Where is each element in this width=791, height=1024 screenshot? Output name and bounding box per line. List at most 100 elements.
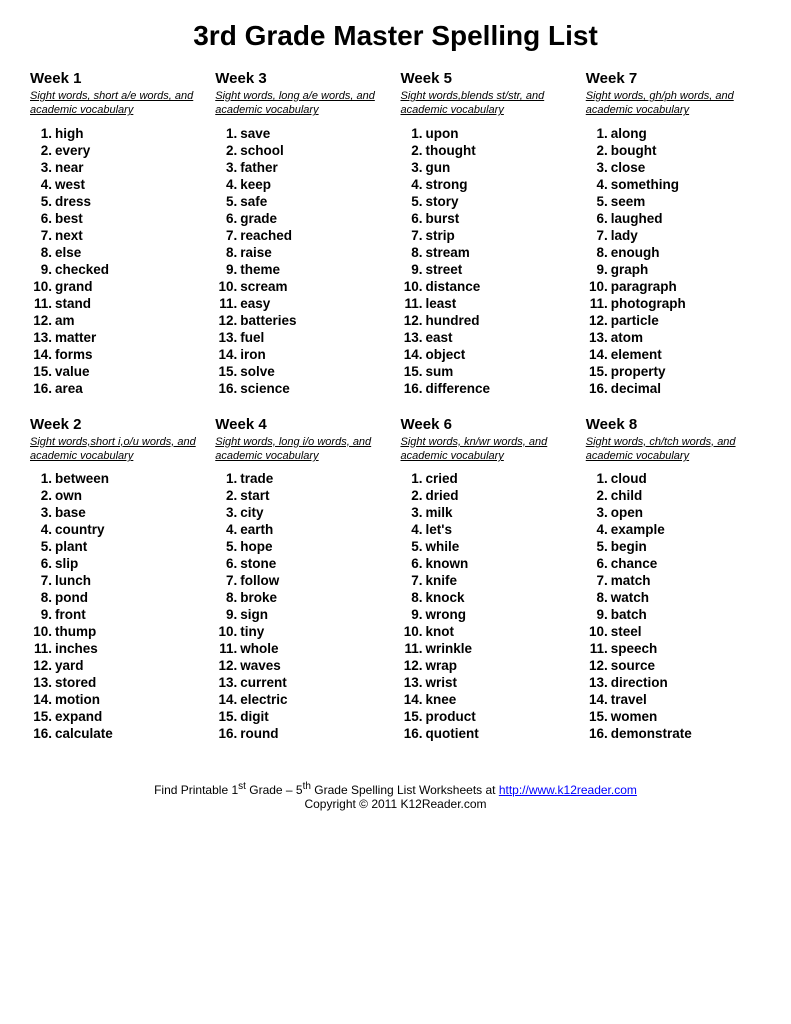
word-text: decimal bbox=[611, 381, 661, 396]
week6-section: Week 6Sight words, kn/wr words, and acad… bbox=[401, 416, 576, 744]
word-number: 8. bbox=[401, 590, 423, 605]
week2-section: Week 2Sight words,short i,o/u words, and… bbox=[30, 416, 205, 744]
word-text: pond bbox=[55, 590, 88, 605]
footer: Find Printable 1st Grade – 5th Grade Spe… bbox=[30, 781, 761, 811]
list-item: 3.close bbox=[586, 160, 761, 175]
list-item: 3.milk bbox=[401, 505, 576, 520]
copyright: Copyright © 2011 K12Reader.com bbox=[30, 797, 761, 811]
word-text: broke bbox=[240, 590, 277, 605]
list-item: 7.lunch bbox=[30, 573, 205, 588]
footer-link[interactable]: http://www.k12reader.com bbox=[499, 783, 637, 797]
word-number: 3. bbox=[586, 505, 608, 520]
word-number: 7. bbox=[30, 228, 52, 243]
word-text: paragraph bbox=[611, 279, 677, 294]
word-text: child bbox=[611, 488, 643, 503]
list-item: 16.area bbox=[30, 381, 205, 396]
word-text: source bbox=[611, 658, 655, 673]
word-number: 12. bbox=[401, 313, 423, 328]
word-number: 9. bbox=[215, 262, 237, 277]
word-number: 10. bbox=[30, 624, 52, 639]
word-text: save bbox=[240, 126, 270, 141]
word-number: 3. bbox=[215, 505, 237, 520]
list-item: 15.sum bbox=[401, 364, 576, 379]
word-number: 1. bbox=[215, 126, 237, 141]
list-item: 3.near bbox=[30, 160, 205, 175]
word-number: 16. bbox=[215, 726, 237, 741]
week1-title: Week 1 bbox=[30, 70, 205, 87]
word-text: front bbox=[55, 607, 86, 622]
list-item: 2.dried bbox=[401, 488, 576, 503]
word-text: next bbox=[55, 228, 83, 243]
list-item: 16.demonstrate bbox=[586, 726, 761, 741]
word-text: speech bbox=[611, 641, 658, 656]
word-number: 8. bbox=[586, 590, 608, 605]
word-number: 11. bbox=[30, 296, 52, 311]
week4-title: Week 4 bbox=[215, 416, 390, 433]
word-text: knee bbox=[426, 692, 457, 707]
word-number: 7. bbox=[586, 228, 608, 243]
word-text: keep bbox=[240, 177, 271, 192]
week6-word-list: 1.cried2.dried3.milk4.let's5.while6.know… bbox=[401, 471, 576, 741]
list-item: 6.known bbox=[401, 556, 576, 571]
list-item: 16.decimal bbox=[586, 381, 761, 396]
list-item: 13.current bbox=[215, 675, 390, 690]
word-number: 7. bbox=[401, 573, 423, 588]
word-number: 2. bbox=[586, 488, 608, 503]
word-number: 14. bbox=[586, 692, 608, 707]
word-text: quotient bbox=[426, 726, 479, 741]
word-text: least bbox=[426, 296, 457, 311]
word-text: hundred bbox=[426, 313, 480, 328]
word-text: strip bbox=[426, 228, 455, 243]
word-text: atom bbox=[611, 330, 643, 345]
word-text: electric bbox=[240, 692, 287, 707]
week3-subtitle: Sight words, long a/e words, and academi… bbox=[215, 89, 390, 118]
word-number: 15. bbox=[401, 364, 423, 379]
word-number: 13. bbox=[30, 675, 52, 690]
word-number: 7. bbox=[215, 573, 237, 588]
word-text: object bbox=[426, 347, 466, 362]
list-item: 14.iron bbox=[215, 347, 390, 362]
list-item: 8.stream bbox=[401, 245, 576, 260]
word-number: 13. bbox=[215, 330, 237, 345]
word-number: 11. bbox=[401, 641, 423, 656]
word-text: hope bbox=[240, 539, 272, 554]
word-number: 12. bbox=[586, 658, 608, 673]
word-number: 16. bbox=[401, 381, 423, 396]
list-item: 12.yard bbox=[30, 658, 205, 673]
list-item: 1.trade bbox=[215, 471, 390, 486]
week4-subtitle: Sight words, long i/o words, and academi… bbox=[215, 435, 390, 464]
list-item: 5.story bbox=[401, 194, 576, 209]
word-text: country bbox=[55, 522, 105, 537]
word-text: science bbox=[240, 381, 290, 396]
word-text: slip bbox=[55, 556, 78, 571]
list-item: 1.cried bbox=[401, 471, 576, 486]
word-number: 5. bbox=[586, 194, 608, 209]
word-number: 15. bbox=[215, 364, 237, 379]
word-text: wrap bbox=[426, 658, 458, 673]
word-text: photograph bbox=[611, 296, 686, 311]
list-item: 3.city bbox=[215, 505, 390, 520]
word-text: stream bbox=[426, 245, 470, 260]
list-item: 5.while bbox=[401, 539, 576, 554]
word-text: trade bbox=[240, 471, 273, 486]
list-item: 6.burst bbox=[401, 211, 576, 226]
word-text: safe bbox=[240, 194, 267, 209]
word-text: lady bbox=[611, 228, 638, 243]
word-text: school bbox=[240, 143, 284, 158]
list-item: 10.grand bbox=[30, 279, 205, 294]
list-item: 15.property bbox=[586, 364, 761, 379]
word-text: stone bbox=[240, 556, 276, 571]
word-number: 4. bbox=[401, 522, 423, 537]
list-item: 4.earth bbox=[215, 522, 390, 537]
word-number: 15. bbox=[586, 709, 608, 724]
list-item: 16.calculate bbox=[30, 726, 205, 741]
word-number: 6. bbox=[586, 556, 608, 571]
list-item: 7.next bbox=[30, 228, 205, 243]
list-item: 13.matter bbox=[30, 330, 205, 345]
word-text: calculate bbox=[55, 726, 113, 741]
word-number: 1. bbox=[586, 126, 608, 141]
word-number: 11. bbox=[401, 296, 423, 311]
word-text: whole bbox=[240, 641, 278, 656]
word-number: 7. bbox=[215, 228, 237, 243]
page-title: 3rd Grade Master Spelling List bbox=[30, 20, 761, 52]
